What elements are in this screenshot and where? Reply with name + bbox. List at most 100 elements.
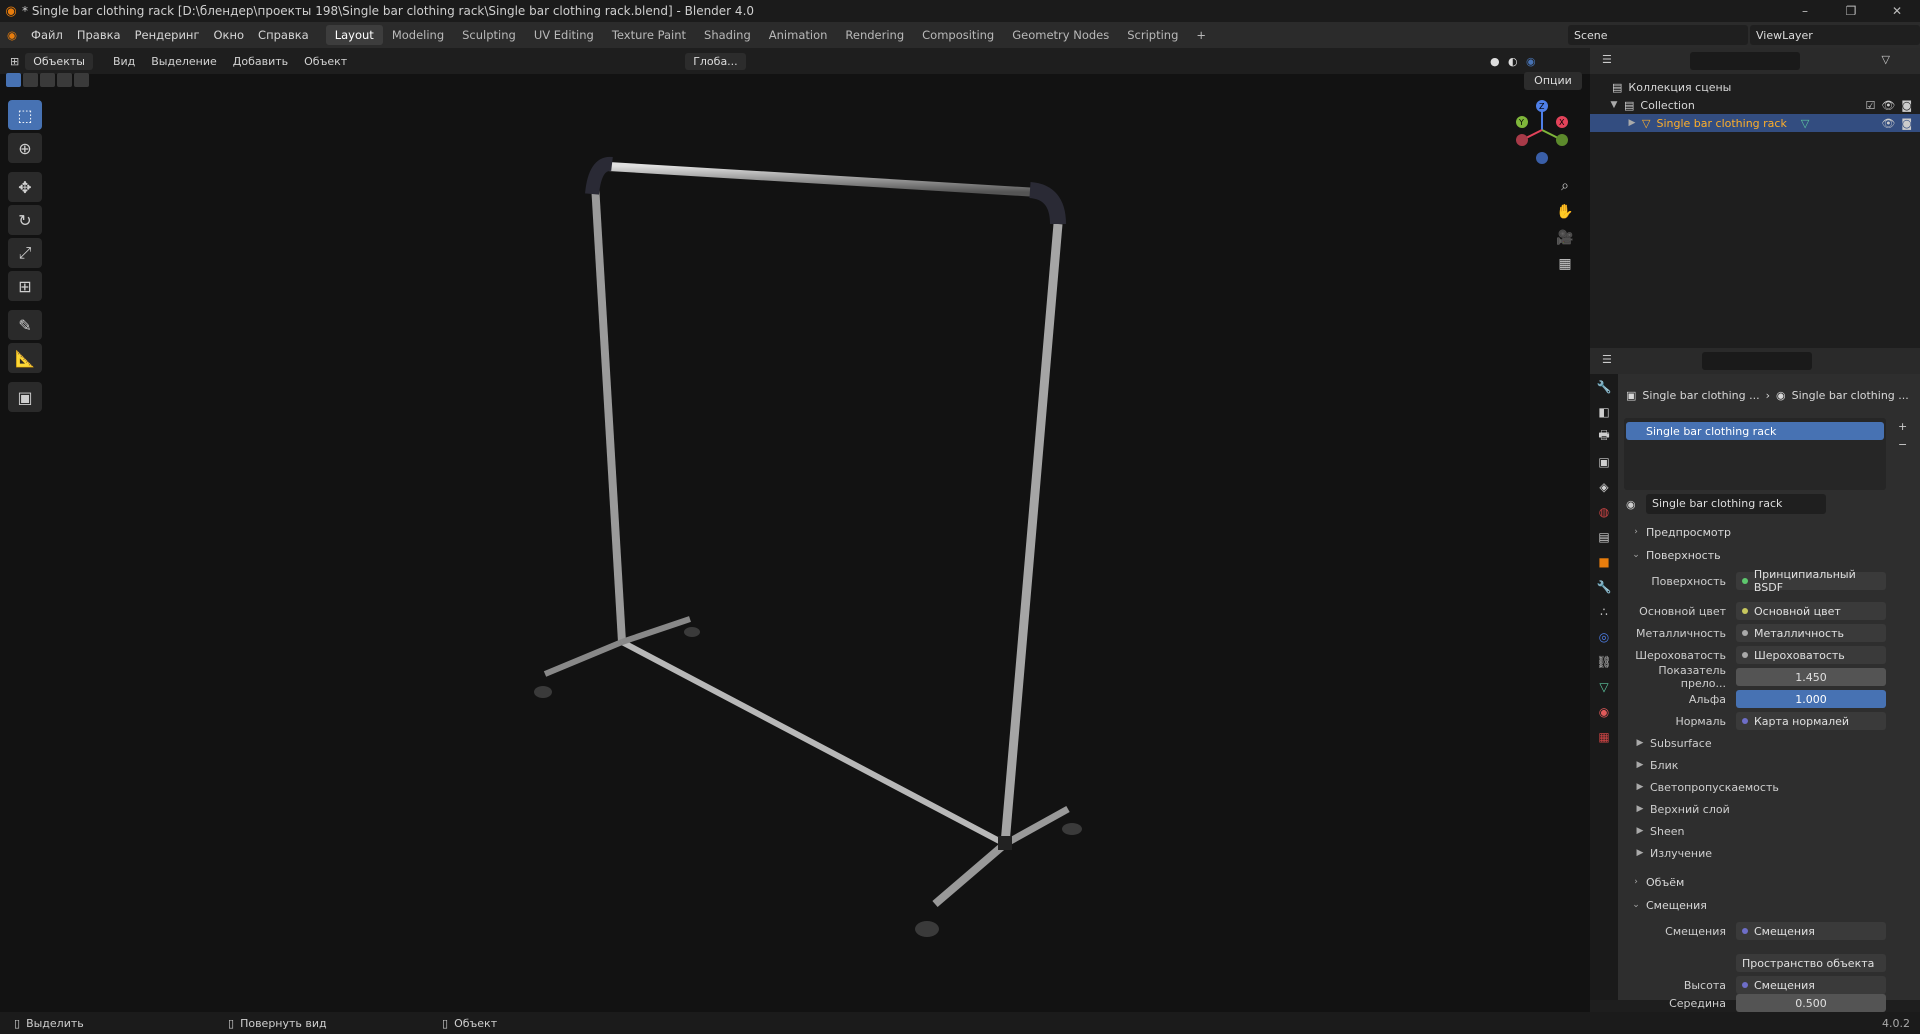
shading-rendered-icon[interactable]: ◉ [1526, 55, 1536, 68]
render-tab-icon[interactable]: ◧ [1590, 399, 1618, 424]
camera-icon[interactable]: ◙ [1901, 99, 1912, 112]
texture-tab-icon[interactable]: ▦ [1590, 724, 1618, 749]
collection-tab-icon[interactable]: ▤ [1590, 524, 1618, 549]
annotate-tool-icon[interactable]: ✎ [8, 310, 42, 340]
pan-hand-icon[interactable]: ✋ [1552, 200, 1578, 224]
tab-layout[interactable]: Layout [325, 25, 383, 45]
add-cube-tool-icon[interactable]: ▣ [8, 382, 42, 412]
subpanel-transmission[interactable]: ▶ Светопропускаемость [1630, 778, 1920, 796]
view-layer-tab-icon[interactable]: ▣ [1590, 449, 1618, 474]
menu-select[interactable]: Выделение [143, 55, 225, 68]
outliner-type-icon[interactable]: ☰ [1602, 53, 1612, 66]
options-dropdown[interactable]: Опции [1524, 72, 1582, 90]
tab-sculpting[interactable]: Sculpting [453, 25, 525, 45]
ior-field[interactable]: 1.450 [1736, 668, 1886, 686]
tab-animation[interactable]: Animation [760, 25, 837, 45]
add-slot-button[interactable]: + [1898, 420, 1907, 433]
surface-shader-field[interactable]: Принципиальный BSDF [1736, 568, 1886, 594]
navigation-gizmo[interactable]: Z Y X [1510, 98, 1574, 164]
physics-tab-icon[interactable]: ◎ [1590, 624, 1618, 649]
object-tab-icon[interactable]: ■ [1590, 549, 1618, 574]
constraints-tab-icon[interactable]: ⛓ [1590, 649, 1618, 674]
clothing-rack-model[interactable] [0, 74, 1590, 1012]
roughness-field[interactable]: Шероховатость [1736, 646, 1886, 664]
scene-tab-icon[interactable]: ◈ [1590, 474, 1618, 499]
move-tool-icon[interactable]: ✥ [8, 172, 42, 202]
subpanel-subsurface[interactable]: ▶ Subsurface [1630, 734, 1920, 752]
material-name-field[interactable]: Single bar clothing rack [1646, 494, 1826, 514]
select-box-tool-icon[interactable]: ⬚ [8, 100, 42, 130]
panel-volume[interactable]: › Объём [1626, 872, 1916, 892]
tab-compositing[interactable]: Compositing [913, 25, 1003, 45]
tab-geometry-nodes[interactable]: Geometry Nodes [1003, 25, 1118, 45]
editor-type-icon[interactable]: ⊞ [10, 55, 19, 68]
data-tab-icon[interactable]: ▽ [1590, 674, 1618, 699]
panel-preview[interactable]: › Предпросмотр [1626, 522, 1916, 542]
menu-edit[interactable]: Правка [70, 28, 128, 42]
base-color-field[interactable]: Основной цвет [1736, 602, 1886, 620]
expand-icon[interactable]: ▶ [1622, 118, 1642, 128]
normal-field[interactable]: Карта нормалей [1736, 712, 1886, 730]
outliner-row-collection[interactable]: ▼ ▤ Collection ☑ 👁 ◙ [1590, 96, 1920, 114]
blender-menu-icon[interactable]: ◉ [0, 28, 24, 42]
properties-type-icon[interactable]: ☰ [1602, 353, 1612, 366]
mode-dropdown[interactable]: Объекты [25, 52, 93, 70]
menu-help[interactable]: Справка [251, 28, 316, 42]
scale-tool-icon[interactable]: ⤢ [8, 238, 42, 268]
measure-tool-icon[interactable]: 📐 [8, 343, 42, 373]
menu-add[interactable]: Добавить [225, 55, 296, 68]
properties-search-input[interactable] [1702, 352, 1812, 370]
tab-modeling[interactable]: Modeling [383, 25, 453, 45]
camera-icon[interactable]: ◙ [1901, 117, 1912, 130]
menu-object[interactable]: Объект [296, 55, 355, 68]
modifier-tab-icon[interactable]: 🔧 [1590, 574, 1618, 599]
tab-uv-editing[interactable]: UV Editing [525, 25, 603, 45]
space-dropdown[interactable]: Пространство объекта [1736, 954, 1886, 972]
select-extend-icon[interactable] [23, 73, 38, 87]
output-tab-icon[interactable]: 🖶 [1590, 424, 1618, 449]
height-field[interactable]: Смещения [1736, 976, 1886, 994]
alpha-field[interactable]: 1.000 [1736, 690, 1886, 708]
close-button[interactable]: ✕ [1874, 0, 1920, 22]
subpanel-emission[interactable]: ▶ Излучение [1630, 844, 1920, 862]
viewlayer-selector[interactable]: ViewLayer [1750, 25, 1920, 45]
expand-icon[interactable]: ▼ [1604, 100, 1624, 110]
tab-texture-paint[interactable]: Texture Paint [603, 25, 695, 45]
metallic-field[interactable]: Металличность [1736, 624, 1886, 642]
select-intersect-icon[interactable] [74, 73, 89, 87]
material-browse-icon[interactable]: ◉ [1626, 498, 1636, 511]
panel-displacement[interactable]: ⌄ Смещения [1626, 895, 1916, 915]
tab-rendering[interactable]: Rendering [836, 25, 913, 45]
select-subtract-icon[interactable] [40, 73, 55, 87]
outliner-search-input[interactable] [1690, 52, 1800, 70]
subpanel-coat[interactable]: ▶ Верхний слой [1630, 800, 1920, 818]
material-slot-item[interactable]: Single bar clothing rack [1626, 422, 1884, 440]
menu-file[interactable]: Файл [24, 28, 70, 42]
select-new-icon[interactable] [6, 73, 21, 87]
menu-window[interactable]: Окно [206, 28, 251, 42]
world-tab-icon[interactable]: ◍ [1590, 499, 1618, 524]
3d-viewport[interactable]: Z Y X [0, 74, 1590, 1012]
ortho-grid-icon[interactable]: ▦ [1552, 252, 1578, 276]
particles-tab-icon[interactable]: ∴ [1590, 599, 1618, 624]
menu-render[interactable]: Рендеринг [128, 28, 207, 42]
scene-selector[interactable]: Scene [1568, 25, 1748, 45]
outliner-row-object[interactable]: ▶ ▽ Single bar clothing rack ▽ 👁 ◙ [1590, 114, 1920, 132]
cursor-tool-icon[interactable]: ⊕ [8, 133, 42, 163]
filter-icon[interactable]: ▽ [1882, 53, 1890, 66]
maximize-button[interactable]: ❐ [1828, 0, 1874, 22]
menu-view[interactable]: Вид [105, 55, 143, 68]
material-tab-icon[interactable]: ◉ [1590, 699, 1618, 724]
eye-icon[interactable]: 👁 [1881, 117, 1895, 130]
minimize-button[interactable]: – [1782, 0, 1828, 22]
transform-tool-icon[interactable]: ⊞ [8, 271, 42, 301]
shading-solid-icon[interactable]: ● [1490, 55, 1500, 68]
subpanel-specular[interactable]: ▶ Блик [1630, 756, 1920, 774]
panel-surface[interactable]: ⌄ Поверхность [1626, 545, 1916, 565]
displacement-field[interactable]: Смещения [1736, 922, 1886, 940]
tool-tab-icon[interactable]: 🔧 [1590, 374, 1618, 399]
checkbox-icon[interactable]: ☑ [1865, 99, 1875, 112]
midlevel-field[interactable]: 0.500 [1736, 994, 1886, 1012]
remove-slot-button[interactable]: − [1898, 438, 1907, 451]
subpanel-sheen[interactable]: ▶ Sheen [1630, 822, 1920, 840]
